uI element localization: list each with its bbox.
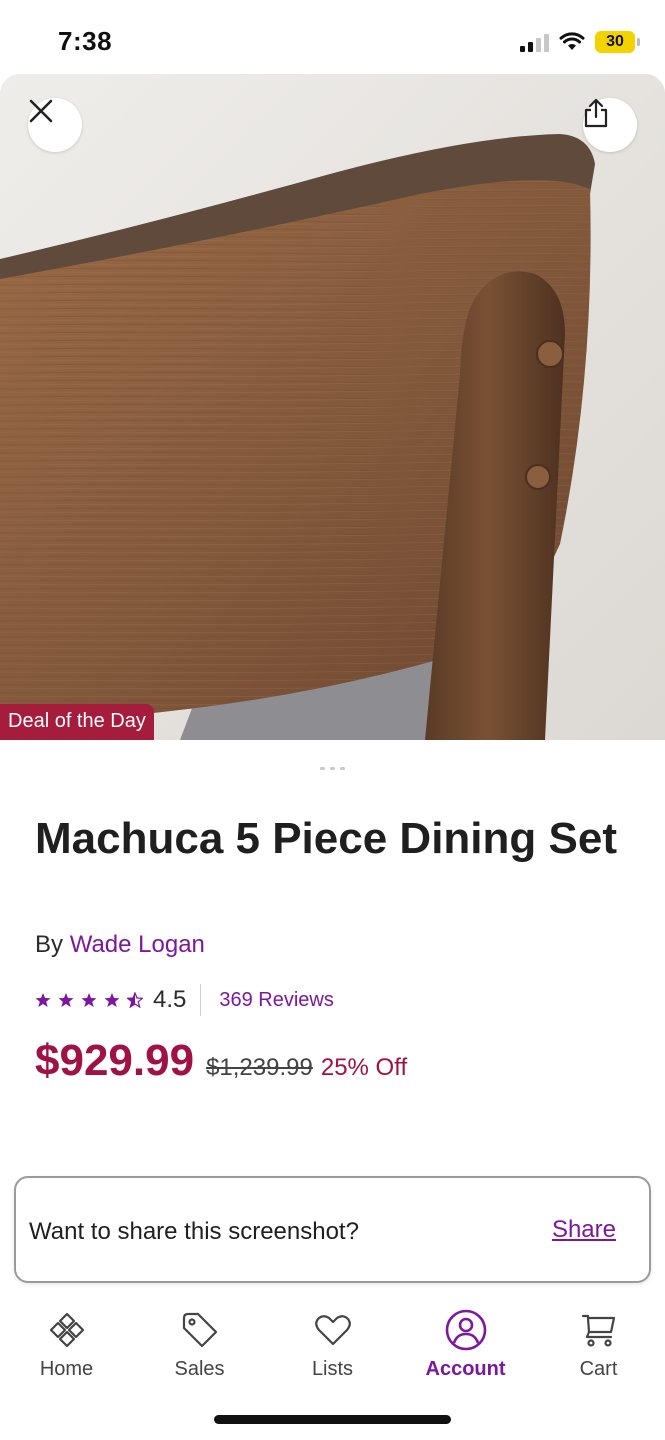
- battery-icon: 30: [595, 31, 640, 53]
- heart-icon: [311, 1308, 355, 1352]
- home-icon: [45, 1308, 89, 1352]
- bottom-tab-bar: Home Sales Lists Account Cart: [0, 1296, 665, 1396]
- cellular-signal-icon: [520, 32, 549, 52]
- tag-icon: [178, 1308, 222, 1352]
- tab-account[interactable]: Account: [399, 1296, 532, 1396]
- star-half-icon: [127, 992, 143, 1008]
- share-screenshot-toast: Want to share this screenshot? Share: [14, 1176, 651, 1283]
- star-full-icon: [81, 993, 97, 1007]
- brand-link[interactable]: Wade Logan: [70, 931, 205, 958]
- deal-of-the-day-badge: Deal of the Day: [0, 704, 154, 740]
- tab-cart[interactable]: Cart: [532, 1296, 665, 1396]
- carousel-dot: [340, 767, 345, 770]
- tab-home[interactable]: Home: [0, 1296, 133, 1396]
- star-full-icon: [35, 993, 51, 1007]
- tab-sales-label: Sales: [174, 1358, 225, 1380]
- star-full-icon: [58, 993, 74, 1007]
- byline-prefix: By: [35, 931, 64, 958]
- carousel-dot: [320, 767, 325, 770]
- tab-cart-label: Cart: [579, 1358, 618, 1380]
- original-price: $1,239.99: [206, 1054, 313, 1081]
- rating-row[interactable]: 4.5 369 Reviews: [35, 984, 334, 1016]
- star-full-icon: [104, 993, 120, 1007]
- status-bar: 7:38 30: [0, 0, 665, 80]
- wifi-icon: [559, 32, 585, 50]
- price-row: $929.99 $1,239.99 25% Off: [35, 1036, 407, 1086]
- close-button[interactable]: [28, 98, 82, 152]
- reviews-link[interactable]: 369 Reviews: [219, 989, 334, 1012]
- star-rating: [35, 992, 143, 1008]
- tab-lists-label: Lists: [311, 1358, 354, 1380]
- rating-divider: [200, 984, 202, 1016]
- status-time: 7:38: [58, 26, 113, 56]
- product-image[interactable]: Deal of the Day: [0, 74, 665, 740]
- sale-price: $929.99: [35, 1036, 195, 1085]
- cart-icon: [577, 1308, 621, 1352]
- discount-label: 25% Off: [320, 1054, 408, 1081]
- tab-home-label: Home: [39, 1358, 94, 1380]
- account-icon: [444, 1308, 488, 1352]
- tab-account-label: Account: [425, 1358, 506, 1380]
- tab-lists[interactable]: Lists: [266, 1296, 399, 1396]
- carousel-dot: [330, 767, 335, 770]
- byline: By Wade Logan: [35, 931, 205, 959]
- home-indicator[interactable]: [214, 1415, 451, 1424]
- share-toast-button[interactable]: Share: [552, 1216, 616, 1244]
- status-indicators: 30: [520, 28, 640, 56]
- chair-photo: [0, 74, 665, 740]
- share-toast-text: Want to share this screenshot?: [29, 1218, 359, 1245]
- share-icon: [584, 98, 608, 128]
- close-icon: [29, 99, 53, 123]
- battery-level: 30: [606, 33, 624, 50]
- tab-sales[interactable]: Sales: [133, 1296, 266, 1396]
- rating-value: 4.5: [153, 986, 187, 1013]
- carousel-indicator[interactable]: [0, 767, 665, 770]
- product-title: Machuca 5 Piece Dining Set: [35, 814, 617, 863]
- share-button[interactable]: [583, 98, 637, 152]
